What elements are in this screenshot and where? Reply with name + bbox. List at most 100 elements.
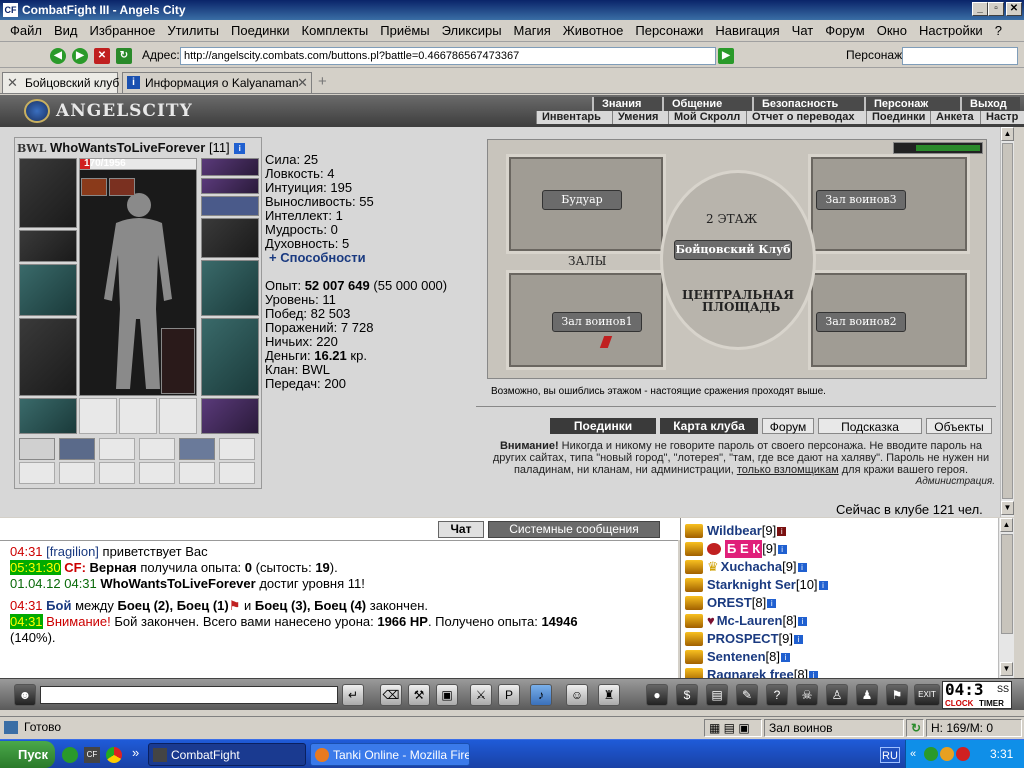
info-icon[interactable]: i (793, 634, 803, 644)
userlist-scrollbar[interactable]: ▲ ▼ (998, 518, 1014, 678)
user-item[interactable]: Ragnarek free [8] i (685, 666, 998, 678)
filter-icon[interactable]: ⚒ (408, 684, 430, 706)
legs-slot[interactable] (201, 318, 259, 396)
private-icon[interactable]: P (498, 684, 520, 706)
inventory-icon[interactable]: ▤ (706, 684, 728, 706)
room-hall3-label[interactable]: Зал воинов3 (816, 190, 906, 210)
menu-magic[interactable]: Магия (508, 20, 557, 42)
combatfight-icon[interactable]: CF (84, 747, 100, 763)
forward-icon[interactable]: ▶ (72, 48, 88, 64)
room-hall1-label[interactable]: Зал воинов1 (552, 312, 642, 332)
content-scrollbar[interactable]: ▲ ▼ (1000, 127, 1014, 517)
tab-system-messages[interactable]: Системные сообщения (488, 521, 660, 538)
user-item[interactable]: OREST [8] i (685, 594, 998, 612)
empty-slot[interactable] (79, 398, 117, 434)
save-icon[interactable]: ▣ (436, 684, 458, 706)
scroll-slot-3[interactable] (179, 438, 215, 460)
money-bag-icon[interactable]: $ (676, 684, 698, 706)
boots-slot[interactable] (201, 398, 259, 434)
chat-input[interactable] (40, 686, 338, 704)
tray-app-icon[interactable] (940, 747, 954, 761)
music-icon[interactable]: ♪ (530, 684, 552, 706)
plaza-label-line2[interactable]: ПЛОЩАДЬ (702, 300, 780, 314)
nav-inventory[interactable]: Инвентарь (536, 111, 612, 124)
menu-animal[interactable]: Животное (557, 20, 630, 42)
go-icon[interactable]: ▶ (718, 48, 734, 64)
room-boudoir-label[interactable]: Будуар (542, 190, 622, 210)
nav-profile[interactable]: Анкета (930, 111, 980, 124)
menu-characters[interactable]: Персонажи (629, 20, 709, 42)
info-icon[interactable]: i (767, 598, 777, 608)
nav-communication[interactable]: Общение (662, 97, 752, 111)
effect-slot-2[interactable] (109, 178, 135, 196)
user-item[interactable]: ♥ Mc-Lauren [8] i (685, 612, 998, 630)
start-button[interactable]: Пуск (0, 741, 55, 768)
scroll-icon[interactable]: ✎ (736, 684, 758, 706)
close-tab-icon[interactable]: ✕ (297, 73, 308, 93)
character-name[interactable]: WhoWantsToLiveForever (50, 140, 205, 155)
objects-button[interactable]: Объекты (926, 418, 992, 434)
empty-slot[interactable] (139, 462, 175, 484)
user-item[interactable]: PROSPECT [9] i (685, 630, 998, 648)
pet-slot[interactable] (161, 328, 195, 394)
menu-window[interactable]: Окно (871, 20, 913, 42)
amulet-slot[interactable] (201, 178, 259, 194)
scroll-thumb[interactable] (1001, 534, 1013, 634)
info-icon[interactable]: i (234, 143, 246, 155)
menu-settings[interactable]: Настройки (913, 20, 989, 42)
flag-icon[interactable]: ⚑ (886, 684, 908, 706)
add-tab-icon[interactable]: + (318, 73, 327, 90)
info-icon[interactable]: i (797, 562, 807, 572)
menu-tricks[interactable]: Приёмы (374, 20, 435, 42)
armor-slot[interactable] (19, 318, 77, 396)
room-hall2-label[interactable]: Зал воинов2 (816, 312, 906, 332)
user-item[interactable]: Starknight Ser [10] i (685, 576, 998, 594)
emoticon-icon[interactable]: ☺ (566, 684, 588, 706)
earrings-slot[interactable] (201, 158, 259, 176)
nav-scroll[interactable]: Мой Скролл (668, 111, 746, 124)
empty-slot[interactable] (59, 462, 95, 484)
persona-select[interactable] (902, 47, 1018, 65)
smile-face-icon[interactable]: ☻ (14, 684, 36, 706)
bracers-slot[interactable] (19, 230, 77, 262)
scroll-thumb[interactable] (1002, 143, 1013, 499)
menu-chat[interactable]: Чат (786, 20, 820, 42)
refresh-icon[interactable]: ↻ (116, 48, 132, 64)
info-icon[interactable]: i (780, 652, 790, 662)
fighter-icon[interactable]: ⚔ (470, 684, 492, 706)
tray-app-icon[interactable] (924, 747, 938, 761)
menu-file[interactable]: Файл (4, 20, 48, 42)
bag-icon[interactable]: ● (646, 684, 668, 706)
fights-button[interactable]: Поединки (550, 418, 656, 434)
clear-icon[interactable]: ⌫ (380, 684, 402, 706)
scroll-up-icon[interactable]: ▲ (1001, 127, 1014, 141)
scroll-up-icon[interactable]: ▲ (1000, 518, 1013, 532)
task-firefox[interactable]: Tanki Online - Mozilla Fire... (310, 743, 470, 766)
nav-skills[interactable]: Умения (612, 111, 668, 124)
skull-icon[interactable]: ☠ (796, 684, 818, 706)
address-input[interactable]: http://angelscity.combats.com/buttons.pl… (180, 47, 716, 65)
empty-slot[interactable] (99, 462, 135, 484)
minimize-button[interactable]: _ (972, 2, 988, 16)
empty-slot[interactable] (219, 438, 255, 460)
nav-settings[interactable]: Настр (980, 111, 1024, 124)
club-map-button[interactable]: Карта клуба (660, 418, 758, 434)
language-indicator[interactable]: RU (880, 747, 900, 763)
tab-info[interactable]: i Информация о Kalyanaman ✕ (122, 72, 312, 93)
warning-link[interactable]: только взломщикам (737, 464, 839, 476)
info-icon[interactable]: i (777, 544, 787, 554)
tray-app-icon[interactable] (956, 747, 970, 761)
menu-utilities[interactable]: Утилиты (161, 20, 225, 42)
status-icons[interactable]: ▦ ▤ ▣ (704, 719, 762, 737)
halls-label[interactable]: ЗАЛЫ (568, 254, 606, 268)
club-room-button[interactable]: Бойцовский Клуб (674, 240, 792, 260)
effect-slot-1[interactable] (81, 178, 107, 196)
scroll-slot-1[interactable] (19, 438, 55, 460)
user-item[interactable]: Wildbear [9] i (685, 522, 998, 540)
helmet-slot[interactable] (19, 158, 77, 228)
empty-slot[interactable] (159, 398, 197, 434)
menu-fights[interactable]: Поединки (225, 20, 296, 42)
menu-help[interactable]: ? (989, 20, 1008, 42)
gloves-slot[interactable] (201, 218, 259, 258)
rings-slot[interactable] (201, 196, 259, 216)
